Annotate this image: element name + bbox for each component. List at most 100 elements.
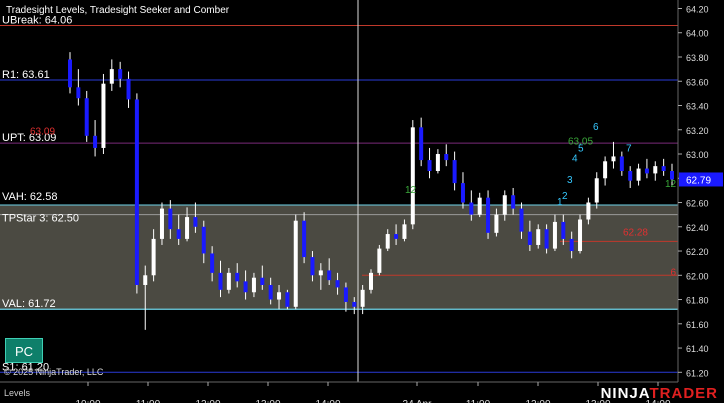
candle-body bbox=[109, 69, 114, 84]
value-area-band bbox=[0, 204, 678, 310]
y-tick-label: 61.40 bbox=[686, 344, 709, 354]
candle-body bbox=[661, 166, 666, 171]
candle-body bbox=[310, 257, 315, 276]
candle-body bbox=[460, 183, 465, 203]
level-label-r1: R1: 63.61 bbox=[2, 69, 50, 81]
candle-body bbox=[519, 208, 524, 232]
candle-body bbox=[226, 272, 231, 290]
y-tick-label: 62.20 bbox=[686, 247, 709, 257]
candle-body bbox=[101, 83, 106, 148]
candle-body bbox=[260, 277, 265, 285]
annotation-label: 3 bbox=[567, 175, 573, 186]
candle-body bbox=[636, 168, 641, 181]
candle-body bbox=[251, 277, 256, 293]
annotation-label: 6 bbox=[670, 267, 676, 278]
chart-window: UBreak: 64.06 R1: 63.61 UPT: 63.09 VAH: 62.… bbox=[0, 0, 724, 403]
candle-body bbox=[369, 272, 373, 290]
candle-body bbox=[352, 301, 357, 307]
candle-body bbox=[619, 156, 624, 171]
x-tick-label: 11:00 bbox=[136, 399, 161, 403]
y-tick-label: 62.60 bbox=[686, 199, 709, 209]
candle-body bbox=[527, 231, 532, 245]
price-chart[interactable]: UBreak: 64.06R1: 63.61UPT: 63.09VAH: 62.… bbox=[0, 0, 724, 403]
candle-body bbox=[277, 292, 282, 300]
candle-body bbox=[494, 214, 499, 233]
indicator-title: Tradesight Levels, Tradesight Seeker and… bbox=[6, 5, 230, 16]
x-tick-label: 11:00 bbox=[466, 399, 491, 403]
candle-body bbox=[118, 69, 123, 79]
brand-part1: NINJA bbox=[600, 385, 650, 402]
level-label-ubreak: UBreak: 64.06 bbox=[2, 14, 72, 26]
candle-body bbox=[544, 229, 549, 249]
candle-body bbox=[594, 178, 599, 203]
candle-body bbox=[143, 275, 148, 285]
candle-body bbox=[377, 248, 382, 273]
level-label-vah: VAH: 62.58 bbox=[2, 191, 57, 203]
candle-body bbox=[126, 78, 131, 100]
candle-body bbox=[419, 127, 424, 161]
candle-body bbox=[578, 219, 583, 252]
candle-body bbox=[502, 195, 507, 215]
x-tick-label: 14:00 bbox=[315, 399, 340, 403]
candle-body bbox=[536, 229, 541, 245]
candle-body bbox=[444, 154, 449, 161]
candle-body bbox=[201, 226, 206, 254]
candle-body bbox=[394, 234, 399, 239]
last-price-label: 62.79 bbox=[686, 175, 711, 186]
annotation-label: 4 bbox=[572, 153, 578, 164]
x-tick-label: 12:00 bbox=[525, 399, 550, 403]
brand-part2: TRADER bbox=[649, 385, 718, 402]
candle-body bbox=[168, 208, 173, 230]
candle-body bbox=[193, 217, 198, 227]
candle-body bbox=[285, 292, 290, 307]
y-tick-label: 61.60 bbox=[686, 320, 709, 330]
annotation-label: 7 bbox=[626, 144, 632, 155]
x-tick-label: 10:00 bbox=[75, 399, 100, 403]
candle-body bbox=[561, 221, 566, 239]
y-tick-label: 62.00 bbox=[686, 271, 709, 281]
candle-body bbox=[486, 197, 491, 233]
y-tick-label: 63.00 bbox=[686, 150, 709, 160]
candle-body bbox=[243, 281, 248, 293]
candle-body bbox=[185, 217, 190, 239]
y-tick-label: 64.00 bbox=[686, 29, 709, 39]
candle-body bbox=[93, 135, 98, 148]
candle-body bbox=[402, 224, 407, 239]
y-tick-label: 61.80 bbox=[686, 296, 709, 306]
x-tick-label: 13:00 bbox=[255, 399, 280, 403]
candle-body bbox=[611, 156, 616, 162]
x-tick-label: 24 Apr bbox=[403, 399, 433, 403]
candle-body bbox=[84, 98, 89, 136]
copyright-text: © 2025 NinjaTrader, LLC bbox=[4, 367, 104, 377]
candle-body bbox=[210, 253, 215, 273]
candle-body bbox=[410, 127, 415, 225]
candle-body bbox=[360, 289, 365, 307]
pc-button[interactable]: PC bbox=[5, 338, 43, 363]
candle-body bbox=[653, 166, 658, 174]
candle-body bbox=[134, 99, 139, 285]
annotation-label: 1 bbox=[557, 197, 563, 208]
tab-levels[interactable]: Levels bbox=[4, 388, 30, 398]
x-tick-label: 12:00 bbox=[195, 399, 220, 403]
candle-body bbox=[644, 168, 649, 174]
y-tick-label: 63.40 bbox=[686, 102, 709, 112]
candle-body bbox=[343, 287, 348, 302]
candle-body bbox=[176, 229, 181, 239]
candle-body bbox=[628, 170, 633, 181]
candle-body bbox=[268, 284, 273, 300]
candle-body bbox=[586, 202, 591, 220]
y-tick-label: 63.80 bbox=[686, 53, 709, 63]
candle-body bbox=[335, 280, 340, 288]
candle-body bbox=[552, 221, 557, 249]
y-tick-label: 63.60 bbox=[686, 77, 709, 87]
candle-body bbox=[569, 238, 574, 252]
candle-body bbox=[68, 59, 72, 88]
annotation-label: 62.28 bbox=[623, 227, 648, 238]
candle-body bbox=[603, 161, 608, 179]
y-tick-label: 63.20 bbox=[686, 126, 709, 136]
candle-body bbox=[469, 202, 474, 215]
annotation-label: 5 bbox=[578, 144, 584, 155]
annotation-label: 12 bbox=[665, 179, 677, 190]
candle-body bbox=[327, 270, 332, 281]
candle-body bbox=[511, 195, 516, 209]
